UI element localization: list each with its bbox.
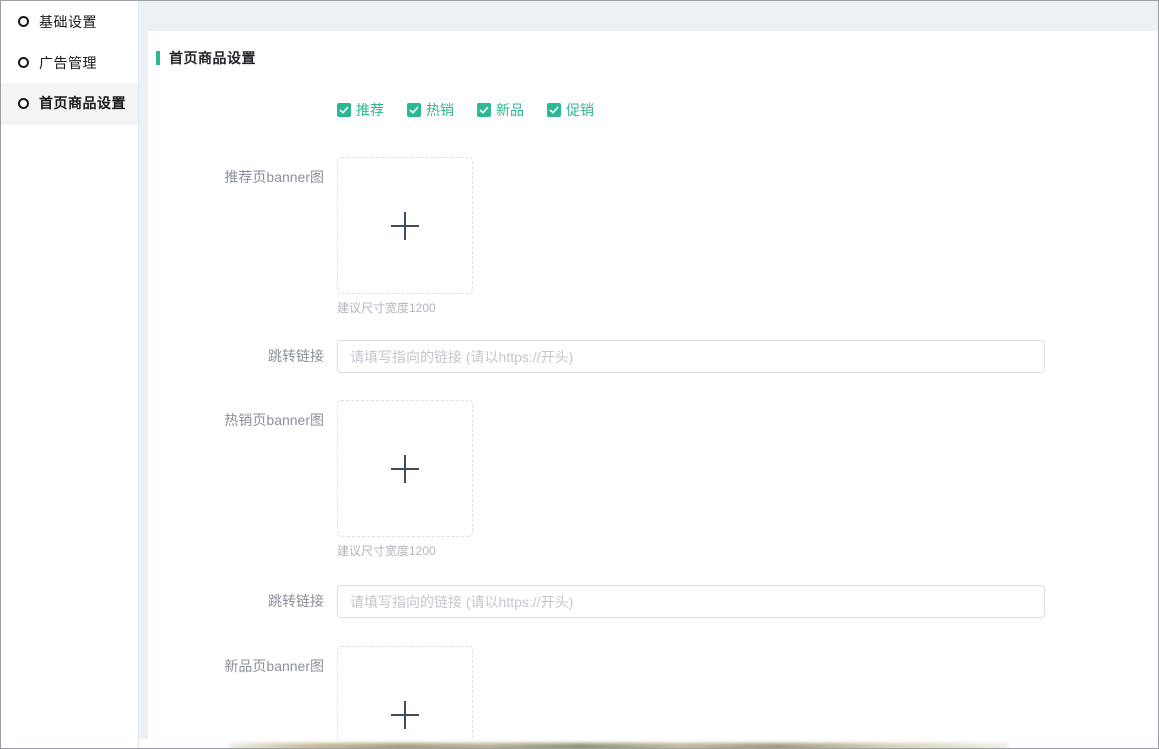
form-row-link-hot-sale: 跳转链接: [148, 585, 1158, 618]
link-url-input-recommended[interactable]: [337, 340, 1045, 373]
checkbox-recommended[interactable]: 推荐: [337, 100, 384, 120]
sidebar-item-basic-settings[interactable]: 基础设置: [1, 1, 138, 42]
checkbox-label: 推荐: [356, 100, 384, 120]
checkbox-label: 新品: [496, 100, 524, 120]
checkbox-label: 促销: [566, 100, 594, 120]
form-label: 跳转链接: [148, 585, 324, 618]
form-label: 新品页banner图: [148, 646, 324, 676]
section-title-text: 首页商品设置: [169, 48, 256, 68]
check-icon: [479, 106, 489, 114]
sidebar-item-label: 基础设置: [39, 12, 97, 32]
plus-icon: [389, 210, 421, 242]
sidebar-item-ad-management[interactable]: 广告管理: [1, 42, 138, 83]
photo-fragment: [229, 743, 1008, 748]
radio-circle-icon: [18, 98, 29, 109]
checkbox-promotion[interactable]: 促销: [547, 100, 594, 120]
main-content-area: 首页商品设置 推荐 热销: [139, 1, 1158, 748]
form-row-new-product-banner: 新品页banner图: [148, 646, 1158, 739]
form-label: 推荐页banner图: [148, 157, 324, 187]
checkbox-checked-icon: [337, 103, 351, 117]
upload-size-hint: 建议尺寸宽度1200: [337, 299, 473, 316]
banner-upload-button-new-product[interactable]: [337, 646, 473, 739]
form-label: 跳转链接: [148, 340, 324, 373]
check-icon: [409, 106, 419, 114]
plus-icon: [389, 453, 421, 485]
bottom-photo-sliver: [139, 739, 1158, 748]
sidebar-item-label: 首页商品设置: [39, 93, 126, 113]
banner-upload-button-hot-sale[interactable]: [337, 400, 473, 537]
link-url-input-hot-sale[interactable]: [337, 585, 1045, 618]
plus-icon: [389, 699, 421, 731]
checkbox-new-product[interactable]: 新品: [477, 100, 524, 120]
checkbox-label: 热销: [426, 100, 454, 120]
check-icon: [549, 106, 559, 114]
form-row-hot-sale-banner: 热销页banner图 建议尺寸宽度1200: [148, 400, 1158, 559]
form-label: 热销页banner图: [148, 400, 324, 430]
checkbox-hot-sale[interactable]: 热销: [407, 100, 454, 120]
settings-window: 基础设置 广告管理 首页商品设置 首页商品设置 推荐: [0, 0, 1159, 749]
checkbox-checked-icon: [477, 103, 491, 117]
title-accent-bar: [156, 51, 160, 65]
settings-sidebar: 基础设置 广告管理 首页商品设置: [1, 1, 139, 748]
check-icon: [339, 106, 349, 114]
form-row-recommended-banner: 推荐页banner图 建议尺寸宽度1200: [148, 157, 1158, 316]
radio-circle-icon: [18, 57, 29, 68]
form-row-link-recommended: 跳转链接: [148, 340, 1158, 373]
settings-card: 首页商品设置 推荐 热销: [148, 31, 1158, 739]
sidebar-item-homepage-product-settings[interactable]: 首页商品设置: [1, 83, 138, 124]
section-title: 首页商品设置: [148, 31, 1158, 68]
banner-upload-button-recommended[interactable]: [337, 157, 473, 294]
radio-circle-icon: [18, 16, 29, 27]
upload-size-hint: 建议尺寸宽度1200: [337, 542, 473, 559]
checkbox-checked-icon: [547, 103, 561, 117]
checkbox-checked-icon: [407, 103, 421, 117]
category-checkbox-row: 推荐 热销 新品 促销: [337, 100, 1158, 120]
sidebar-item-label: 广告管理: [39, 53, 97, 73]
